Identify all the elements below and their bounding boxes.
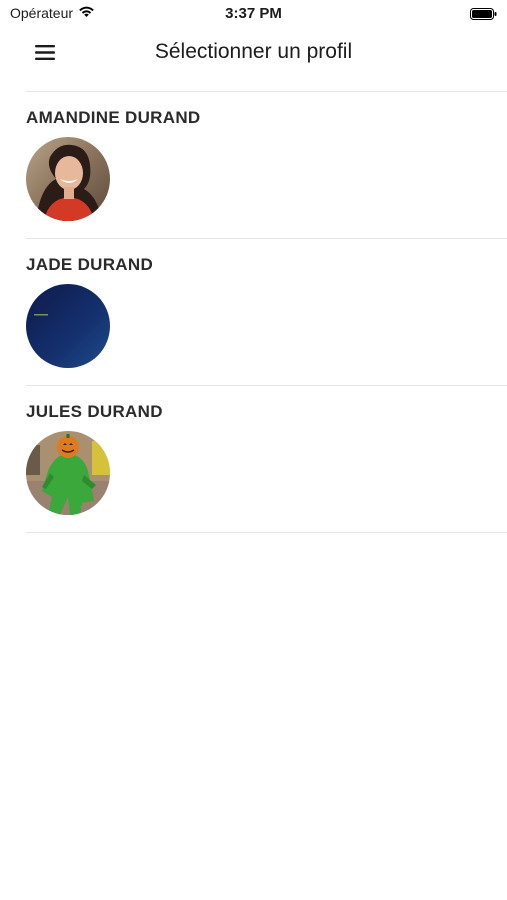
navigation-bar: Sélectionner un profil xyxy=(0,28,507,76)
profile-item-amandine[interactable]: AMANDINE DURAND xyxy=(26,92,507,239)
page-title: Sélectionner un profil xyxy=(154,40,353,63)
woman-photo-avatar[interactable] xyxy=(26,137,110,221)
status-bar: Opérateur 3:37 PM xyxy=(0,0,507,28)
profile-name: JULES DURAND xyxy=(26,402,163,421)
profile-item-jules[interactable]: JULES DURAND xyxy=(26,386,507,533)
pumpkin-costume-avatar[interactable] xyxy=(26,431,110,515)
profile-name: AMANDINE DURAND xyxy=(26,108,201,127)
status-time: 3:37 PM xyxy=(225,5,282,22)
profile-name: JADE DURAND xyxy=(26,255,154,274)
profile-select-screen: Opérateur 3:37 PM Sélectionner un profil… xyxy=(0,0,507,900)
dark-blue-avatar[interactable] xyxy=(26,284,110,368)
battery-icon xyxy=(470,7,497,20)
profile-list: AMANDINE DURAND JADE DURAND JULES DURAND xyxy=(26,91,507,533)
profile-item-jade[interactable]: JADE DURAND xyxy=(26,239,507,386)
